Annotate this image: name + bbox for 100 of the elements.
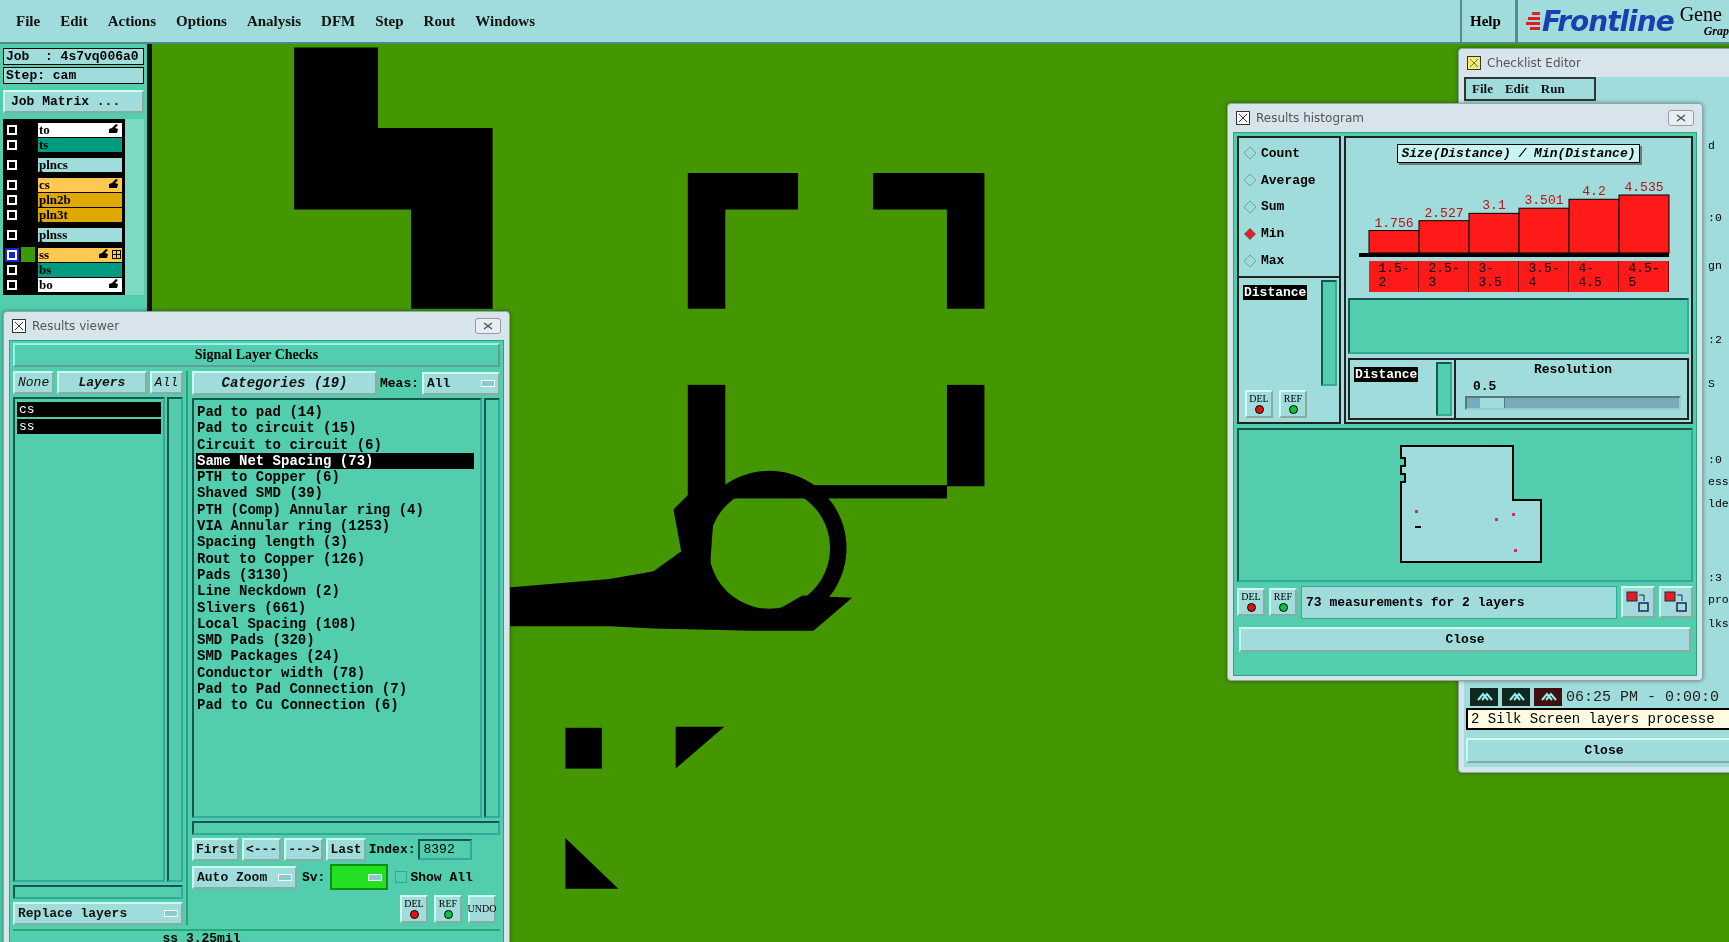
horizontal-scrollbar[interactable] — [1348, 298, 1689, 354]
layer-filter-button[interactable]: All — [149, 371, 183, 394]
function-radio[interactable]: Average — [1243, 166, 1335, 194]
menu-item[interactable]: DFM — [313, 12, 364, 30]
layer-checkbox[interactable] — [7, 264, 17, 275]
close-button[interactable]: Close — [1466, 738, 1729, 763]
layer-name[interactable]: cs — [38, 177, 122, 192]
categories-button[interactable]: Categories (19) — [192, 371, 377, 395]
layer-checkbox[interactable] — [7, 194, 17, 205]
menu-item[interactable]: File — [1466, 81, 1499, 97]
category-item[interactable]: PTH (Comp) Annular ring (4) — [196, 501, 474, 519]
menu-item[interactable]: Windows — [467, 12, 543, 30]
layer-checkbox[interactable] — [7, 179, 17, 190]
close-button[interactable]: Close — [1239, 627, 1691, 652]
menu-item[interactable]: Actions — [99, 12, 164, 30]
menu-item[interactable]: Edit — [1498, 81, 1535, 97]
job-matrix-button[interactable]: Job Matrix ... — [3, 90, 144, 113]
category-item[interactable]: SMD Pads (320) — [196, 632, 474, 649]
attribute-item[interactable]: Distance — [1354, 367, 1419, 382]
category-item[interactable]: Shaved SMD (39) — [196, 485, 474, 502]
layer-name[interactable]: pln3t — [38, 207, 122, 222]
function-radio[interactable]: Max — [1243, 247, 1335, 274]
horizontal-scrollbar[interactable] — [192, 821, 500, 835]
layer-checkbox[interactable] — [7, 139, 17, 150]
navigation-button[interactable]: Last — [326, 838, 366, 861]
category-item[interactable]: Line Neckdown (2) — [196, 583, 474, 600]
menu-item[interactable]: Edit — [52, 12, 96, 30]
tool-button[interactable]: DEL — [400, 895, 428, 923]
layer-name[interactable]: bo — [38, 277, 122, 292]
category-item[interactable]: Pad to pad (14) — [196, 404, 474, 421]
zoom-mode-dropdown[interactable]: Auto Zoom — [192, 865, 297, 889]
category-item[interactable]: Conductor width (78) — [196, 664, 474, 682]
category-item[interactable]: Pad to circuit (15) — [196, 420, 474, 437]
layer-filter-button[interactable]: Layers — [57, 371, 147, 394]
menu-item[interactable]: File — [8, 12, 49, 30]
layer-name[interactable]: plnss — [38, 227, 122, 242]
category-item[interactable]: Pad to Cu Connection (6) — [196, 697, 474, 714]
layer-name[interactable]: ts — [38, 137, 122, 152]
menu-item[interactable]: Step — [367, 12, 412, 30]
vertical-scrollbar[interactable] — [1321, 280, 1337, 386]
tool-button[interactable]: DEL — [1245, 390, 1273, 418]
layer-item[interactable]: ss — [17, 419, 161, 434]
category-item[interactable]: Rout to Copper (126) — [196, 550, 474, 567]
tool-button[interactable]: UNDO — [468, 895, 496, 923]
vertical-scrollbar[interactable] — [1436, 362, 1452, 416]
navigation-button[interactable]: First — [192, 838, 239, 861]
menu-item[interactable]: Run — [1534, 81, 1571, 97]
function-radio[interactable]: Sum — [1243, 193, 1335, 221]
chart-export-button[interactable] — [1659, 586, 1693, 619]
layer-name[interactable]: ss — [38, 247, 122, 262]
category-item[interactable]: Pads (3130) — [196, 566, 474, 584]
function-radio[interactable]: Count — [1243, 140, 1335, 167]
meas-dropdown[interactable]: All — [422, 371, 500, 395]
layer-name[interactable]: plncs — [38, 157, 122, 172]
tool-button[interactable]: REF — [434, 895, 462, 923]
category-item[interactable]: Slivers (661) — [196, 599, 474, 616]
category-item[interactable]: Spacing length (3) — [196, 534, 474, 551]
layer-checkbox[interactable] — [7, 209, 17, 220]
horizontal-scrollbar[interactable] — [13, 885, 183, 899]
tool-button[interactable]: REF — [1279, 390, 1307, 418]
chevron-icon[interactable] — [1534, 688, 1562, 706]
attribute-item[interactable]: Distance — [1243, 285, 1308, 300]
layer-checkbox[interactable] — [7, 229, 17, 240]
severity-dropdown[interactable] — [330, 864, 389, 890]
category-item[interactable]: Same Net Spacing (73) — [196, 452, 474, 470]
function-radio[interactable]: Min — [1243, 220, 1335, 248]
chevron-icon[interactable] — [1470, 688, 1498, 706]
tool-button[interactable]: REF — [1269, 588, 1297, 617]
close-button[interactable] — [1668, 110, 1694, 126]
category-item[interactable]: PTH to Copper (6) — [196, 469, 474, 486]
category-item[interactable]: Circuit to circuit (6) — [196, 436, 474, 453]
list-text: S — [1708, 377, 1715, 390]
vertical-scrollbar[interactable] — [167, 397, 183, 882]
navigation-button[interactable]: <--- — [242, 838, 282, 861]
category-item[interactable]: VIA Annular ring (1253) — [196, 518, 474, 535]
category-item[interactable]: Local Spacing (108) — [196, 615, 474, 633]
resolution-slider[interactable] — [1465, 396, 1681, 410]
chevron-icon[interactable] — [1502, 688, 1530, 706]
tool-button[interactable]: DEL — [1237, 588, 1265, 617]
layer-checkbox[interactable] — [7, 279, 17, 290]
category-item[interactable]: Pad to Pad Connection (7) — [196, 681, 474, 698]
layer-filter-button[interactable]: None — [13, 371, 55, 394]
category-item[interactable]: SMD Packages (24) — [196, 648, 474, 665]
menu-item[interactable]: Options — [168, 12, 235, 30]
vertical-scrollbar[interactable] — [484, 398, 500, 818]
layer-checkbox[interactable] — [7, 124, 17, 135]
layer-name[interactable]: pln2b — [38, 192, 122, 207]
layer-name[interactable]: bs — [38, 262, 122, 277]
replace-mode-dropdown[interactable]: Replace layers — [13, 902, 183, 925]
layer-name[interactable]: to — [38, 122, 122, 137]
chart-export-button[interactable] — [1621, 586, 1655, 619]
show-all-checkbox[interactable] — [395, 871, 408, 883]
layer-checkbox[interactable] — [7, 249, 17, 260]
navigation-button[interactable]: ---> — [284, 838, 324, 861]
layer-checkbox[interactable] — [7, 159, 17, 170]
close-button[interactable] — [475, 318, 501, 334]
index-field[interactable]: 8392 — [418, 839, 473, 860]
menu-item[interactable]: Rout — [415, 12, 464, 30]
layer-item[interactable]: cs — [17, 402, 161, 417]
menu-item[interactable]: Analysis — [238, 12, 310, 30]
